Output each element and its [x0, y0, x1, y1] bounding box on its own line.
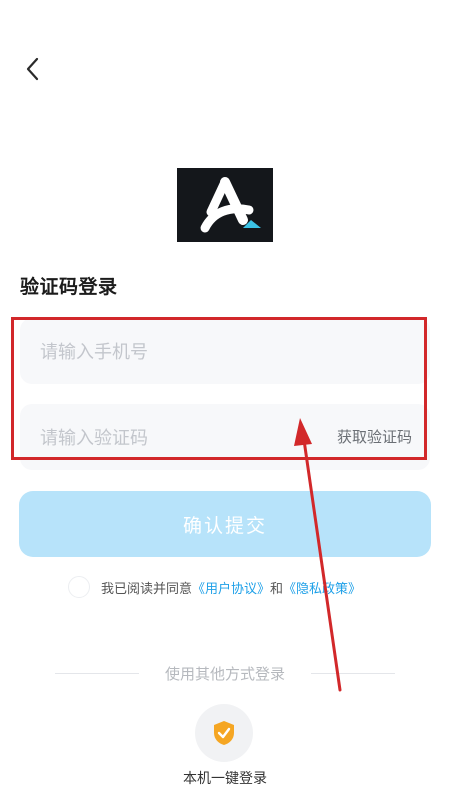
- shield-check-icon: [214, 721, 234, 745]
- agreement-row: 我已阅读并同意 《用户协议》 和 《隐私政策》: [68, 574, 361, 600]
- app-logo: [177, 168, 273, 242]
- get-code-button[interactable]: 获取验证码: [337, 404, 412, 470]
- user-agreement-link[interactable]: 《用户协议》: [192, 578, 270, 597]
- code-input[interactable]: [38, 404, 302, 472]
- letter-a-logo: [200, 177, 261, 233]
- back-button[interactable]: [18, 54, 48, 84]
- one-click-login-button[interactable]: [195, 704, 253, 762]
- phone-field[interactable]: [20, 318, 430, 386]
- chevron-left-icon: [26, 57, 39, 81]
- phone-input[interactable]: [38, 318, 302, 386]
- agreement-prefix: 我已阅读并同意: [101, 581, 193, 597]
- divider-right: [311, 673, 395, 674]
- submit-button[interactable]: 确认提交: [19, 491, 431, 557]
- code-field[interactable]: 获取验证码: [20, 404, 430, 472]
- page-title: 验证码登录: [20, 276, 118, 298]
- agreement-and: 和: [270, 581, 284, 597]
- privacy-policy-link[interactable]: 《隐私政策》: [283, 578, 361, 597]
- one-click-login-label: 本机一键登录: [183, 771, 267, 787]
- agreement-checkbox[interactable]: [68, 576, 90, 598]
